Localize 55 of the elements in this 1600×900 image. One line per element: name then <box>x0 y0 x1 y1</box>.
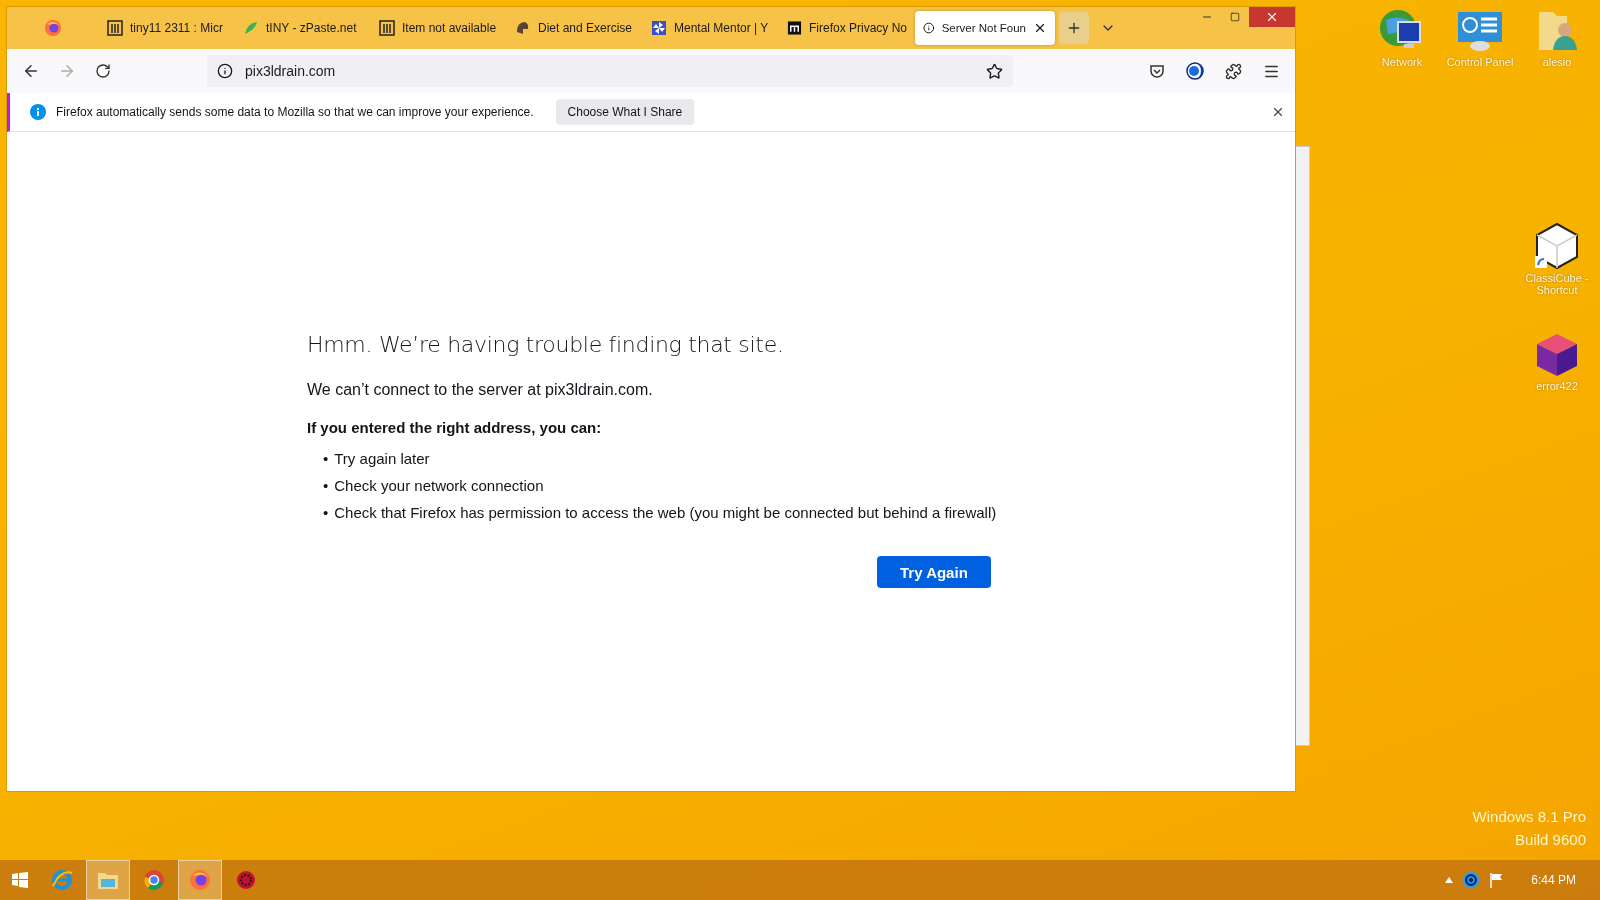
taskbar-app-button[interactable] <box>178 860 222 900</box>
info-icon <box>923 20 935 36</box>
address-bar[interactable]: pix3ldrain.com <box>207 55 1013 87</box>
close-button[interactable] <box>1271 105 1285 119</box>
account-icon <box>1186 62 1204 80</box>
firefox-icon <box>44 19 62 37</box>
try-again-button[interactable]: Try Again <box>877 556 991 588</box>
bookmark-star-icon[interactable] <box>986 62 1003 80</box>
pinwheel-icon <box>651 20 667 36</box>
error-message: We can’t connect to the server at pix3ldrain.com. <box>307 381 654 399</box>
error-title: Hmm. We’re having trouble finding that site. <box>307 332 785 357</box>
reload-icon <box>95 63 111 79</box>
browser-tab[interactable]: Item not available <box>371 11 507 45</box>
new-tab-button[interactable] <box>1059 12 1089 44</box>
e-browser-icon <box>51 869 73 891</box>
close-icon <box>1265 10 1279 24</box>
puzzle-icon <box>1224 62 1242 80</box>
choose-share-button[interactable]: Choose What I Share <box>555 99 695 125</box>
plus-icon <box>1066 20 1082 36</box>
browser-tab[interactable]: Server Not Foun <box>915 11 1055 45</box>
m-logo-icon <box>787 20 802 36</box>
pocket-icon <box>1149 63 1165 79</box>
suggestion-item: Check your network connection <box>334 477 544 495</box>
error-subtitle: If you entered the right address, you can: <box>307 419 603 436</box>
gear-icon <box>236 870 256 890</box>
suggestion-item: Try again later <box>334 450 430 468</box>
suggestion-item: Check that Firefox has permission to access the web (you might be connected but behind a firewall) <box>334 504 997 522</box>
arrow-right-icon <box>58 62 76 80</box>
info-icon <box>217 63 233 79</box>
bullet-mark: • <box>323 477 329 495</box>
caret-up-icon[interactable] <box>1445 877 1454 883</box>
bullet-mark: • <box>323 450 329 468</box>
maximize-icon <box>1230 12 1240 22</box>
columns-icon <box>107 20 123 36</box>
columns-icon <box>379 20 395 36</box>
circle-app-icon[interactable] <box>1463 872 1480 888</box>
browser-tab[interactable]: tiny11 2311 : Micr <box>99 11 235 45</box>
browser-tab[interactable]: Firefox Privacy No <box>779 11 915 45</box>
browser-tab[interactable]: tINY - zPaste.net <box>235 11 371 45</box>
cube-shortcut-icon <box>1533 222 1581 270</box>
helmet-icon <box>515 20 531 36</box>
folder-icon <box>97 870 119 890</box>
windows-logo-icon <box>12 872 28 888</box>
browser-tab[interactable]: Mental Mentor | Y <box>643 11 779 45</box>
close-icon[interactable] <box>1033 21 1047 35</box>
info-icon <box>30 104 46 120</box>
browser-tab[interactable]: Diet and Exercise <box>507 11 643 45</box>
firefox-icon <box>189 869 211 891</box>
close-icon <box>1271 105 1285 119</box>
notification-text: Firefox automatically sends some data to Mozilla so that we can improve your experience. <box>56 105 534 119</box>
leaf-icon <box>243 20 259 36</box>
bullet-mark: • <box>323 504 329 522</box>
watermark-text: Build 9600 <box>1515 831 1586 848</box>
chrome-icon <box>143 869 165 891</box>
watermark-text: Windows 8.1 Pro <box>1472 808 1586 825</box>
